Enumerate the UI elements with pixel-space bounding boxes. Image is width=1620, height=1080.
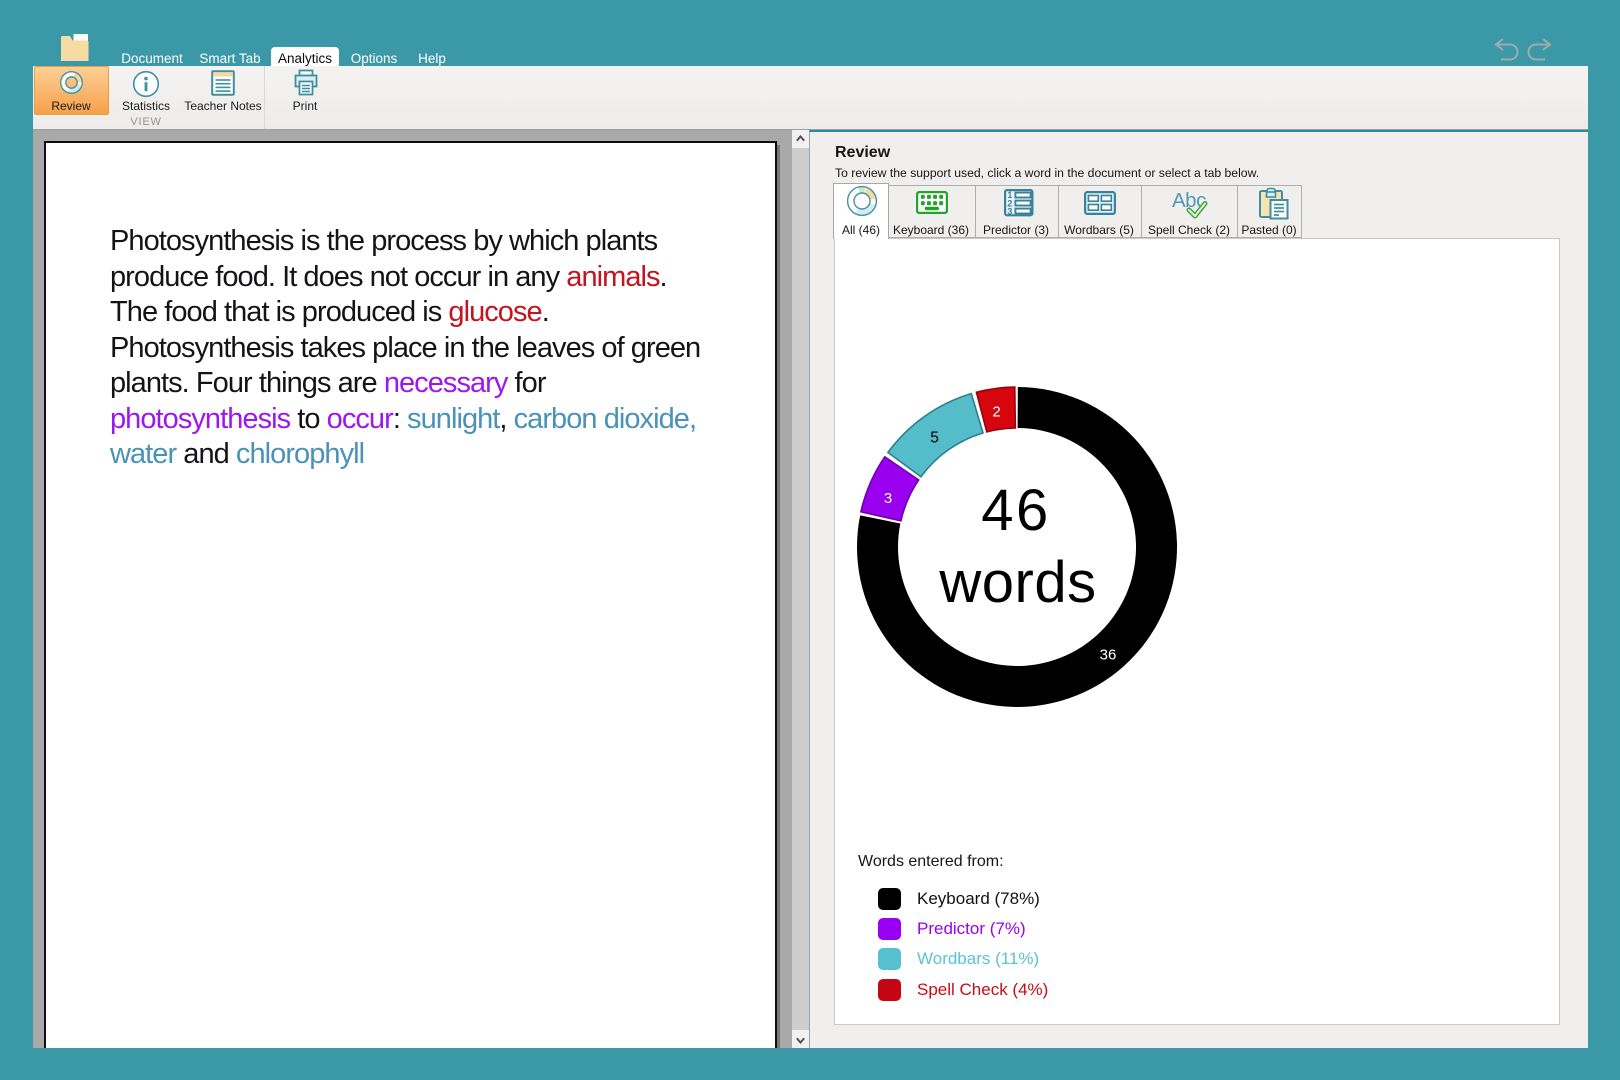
svg-text:3: 3 <box>1007 206 1012 216</box>
svg-text:3: 3 <box>884 490 892 507</box>
svg-text:36: 36 <box>1100 647 1117 664</box>
svg-text:2: 2 <box>992 403 1000 420</box>
svg-text:5: 5 <box>930 430 939 447</box>
